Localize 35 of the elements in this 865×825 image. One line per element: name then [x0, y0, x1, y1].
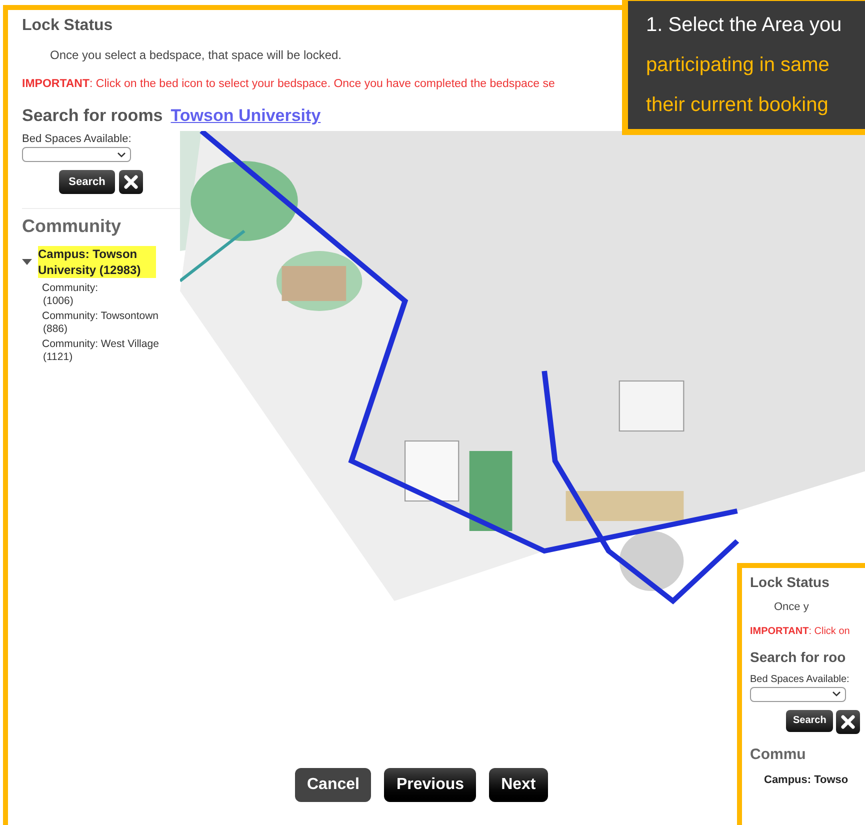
campus-link[interactable]: Towson University — [170, 103, 321, 129]
important-notice: IMPORTANT: Click on — [750, 624, 850, 638]
caret-down-icon[interactable] — [22, 259, 32, 266]
bed-spaces-label: Bed Spaces Available: — [750, 672, 850, 686]
tree-item[interactable]: Community: (1006) — [42, 282, 180, 308]
nav-button[interactable]: Previous — [384, 768, 476, 802]
community-heading: Community — [22, 215, 122, 238]
callout-text: their current booking — [646, 93, 830, 118]
bed-spaces-label: Bed Spaces Available: — [22, 132, 132, 147]
tree-item[interactable]: Community: Towsontown (886) — [42, 310, 180, 336]
callout-text: participating in same — [646, 53, 830, 78]
search-button[interactable]: Search — [786, 710, 834, 732]
tree-item[interactable]: Campus: Towso — [764, 772, 848, 788]
tree-item[interactable]: Community: West Village (1121) — [42, 338, 180, 364]
lock-status-heading: Lock Status — [750, 573, 830, 592]
lock-message: Once y — [774, 600, 809, 615]
important-notice: IMPORTANT: Click on the bed icon to select your bedspace. Once you have completed the bedspace se — [22, 77, 555, 92]
tree-item[interactable]: Campus: Towson University (12983) — [38, 246, 156, 278]
callout-text: 1. Select the Area you — [646, 13, 843, 38]
chevron-down-icon — [117, 152, 126, 158]
bed-spaces-select[interactable] — [750, 686, 846, 702]
clear-button[interactable] — [836, 710, 860, 734]
bed-spaces-select[interactable] — [22, 147, 131, 162]
nav-button[interactable]: Next — [489, 768, 548, 802]
search-heading: Search for rooms — [22, 105, 163, 128]
nav-button[interactable]: Cancel — [295, 768, 372, 802]
lock-message: Once you select a bedspace, that space will be locked. — [50, 47, 342, 64]
close-icon — [840, 714, 856, 730]
close-icon — [123, 174, 140, 190]
search-heading: Search for roo — [750, 648, 846, 666]
clear-button[interactable] — [119, 170, 144, 194]
community-heading: Commu — [750, 744, 806, 764]
search-button[interactable]: Search — [58, 170, 116, 194]
chevron-down-icon — [832, 691, 841, 697]
lock-status-heading: Lock Status — [22, 16, 113, 36]
